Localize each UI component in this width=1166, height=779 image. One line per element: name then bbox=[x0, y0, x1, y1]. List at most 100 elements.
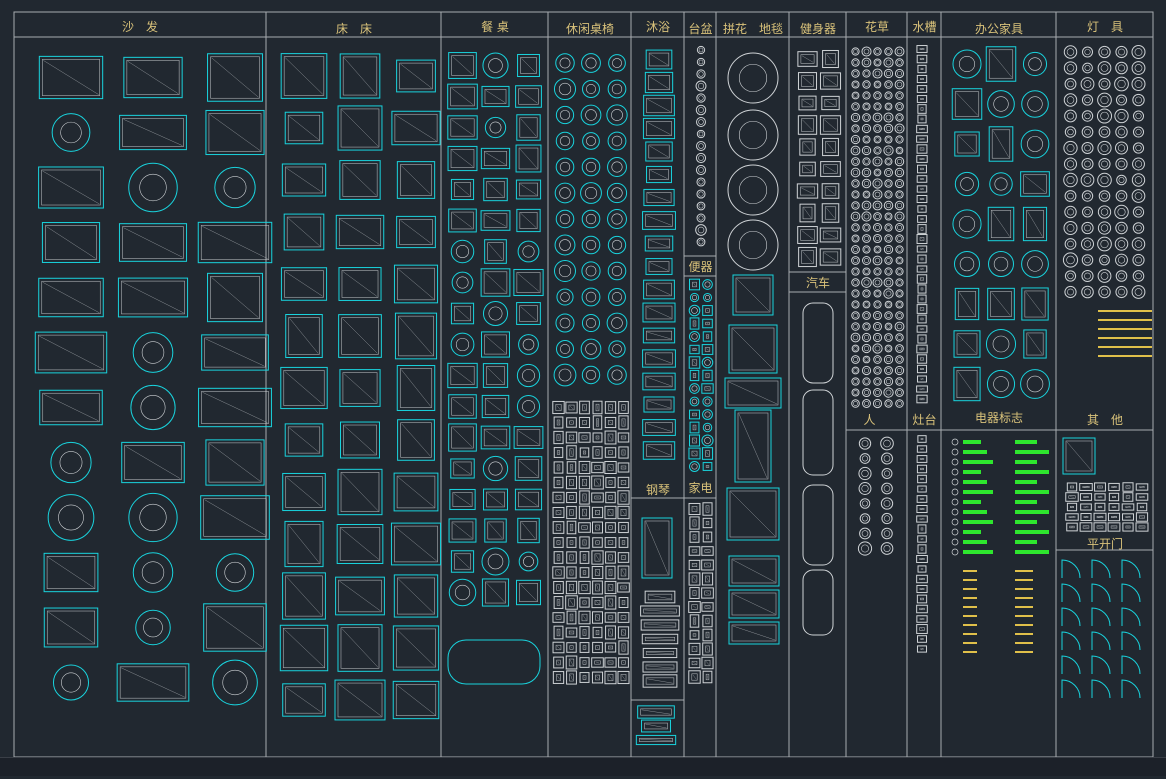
block-plants-75-inner[interactable] bbox=[853, 214, 858, 219]
block-dining-9-hatch[interactable] bbox=[452, 150, 473, 166]
block-toilet-4-inner[interactable] bbox=[692, 308, 698, 314]
block-plants-0[interactable] bbox=[852, 48, 859, 55]
block-plants-79[interactable] bbox=[895, 212, 904, 221]
block-plants-46-inner[interactable] bbox=[864, 148, 869, 153]
block-plants-163[interactable] bbox=[885, 400, 892, 407]
block-bath-16-hatch[interactable] bbox=[647, 424, 672, 432]
block-dining-42-hatch[interactable] bbox=[454, 493, 471, 505]
block-carpet-6-hatch[interactable] bbox=[733, 594, 775, 614]
block-basin-6-inner[interactable] bbox=[699, 120, 704, 125]
block-parquet-medallion-0[interactable] bbox=[728, 53, 778, 103]
block-plants-162-inner[interactable] bbox=[875, 401, 879, 405]
block-plants-60[interactable] bbox=[852, 180, 859, 187]
block-bed-7-hatch[interactable] bbox=[344, 165, 376, 196]
block-plants-85-inner[interactable] bbox=[854, 237, 858, 241]
block-leisure-small-83-hatch[interactable] bbox=[623, 602, 624, 604]
block-leisure-21-inner[interactable] bbox=[560, 240, 571, 251]
block-plants-10-inner[interactable] bbox=[853, 71, 857, 75]
block-leisure-small-60-hatch[interactable] bbox=[558, 556, 559, 560]
block-lamps-33-inner[interactable] bbox=[1118, 145, 1125, 152]
block-gym-18-hatch[interactable] bbox=[803, 251, 813, 262]
block-plants-92[interactable] bbox=[874, 246, 881, 253]
block-lamps-74[interactable] bbox=[1133, 271, 1144, 282]
block-bed-9-hatch[interactable] bbox=[288, 218, 320, 246]
block-leisure-small-94-hatch[interactable] bbox=[610, 630, 612, 635]
block-plants-96[interactable] bbox=[863, 257, 871, 265]
block-plants-43[interactable] bbox=[885, 136, 892, 143]
block-plants-141[interactable] bbox=[863, 356, 870, 363]
block-leisure-small-36-hatch[interactable] bbox=[557, 496, 560, 499]
block-dining-17-hatch[interactable] bbox=[521, 213, 536, 227]
block-lamps-56-inner[interactable] bbox=[1084, 225, 1090, 231]
block-people-4[interactable] bbox=[859, 467, 871, 479]
block-dining-14-hatch[interactable] bbox=[520, 184, 536, 195]
block-lamps-41[interactable] bbox=[1081, 174, 1094, 187]
block-leisure-small-62-hatch[interactable] bbox=[584, 556, 585, 560]
block-others-10-hatch[interactable] bbox=[1127, 497, 1129, 498]
block-leisure-32[interactable] bbox=[607, 313, 627, 333]
block-bed-5-hatch[interactable] bbox=[396, 115, 436, 140]
block-leisure-11-inner[interactable] bbox=[612, 136, 622, 146]
block-leisure-10[interactable] bbox=[583, 133, 600, 150]
block-plants-98-inner[interactable] bbox=[886, 258, 890, 262]
block-basin-13[interactable] bbox=[697, 202, 705, 210]
block-leisure-small-55-hatch[interactable] bbox=[571, 542, 572, 544]
block-toilet-28[interactable] bbox=[690, 462, 700, 472]
block-plants-53[interactable] bbox=[885, 158, 892, 165]
block-office-10-inner[interactable] bbox=[995, 178, 1007, 190]
block-plants-22-inner[interactable] bbox=[875, 93, 879, 97]
block-electric-dot-10[interactable] bbox=[952, 539, 958, 545]
block-plants-69[interactable] bbox=[896, 191, 903, 198]
block-bed-23-hatch[interactable] bbox=[402, 424, 431, 457]
block-plants-104[interactable] bbox=[896, 268, 903, 275]
block-sofa-27-hatch[interactable] bbox=[48, 557, 94, 587]
block-sofa-4-hatch[interactable] bbox=[124, 119, 183, 145]
block-car-3[interactable] bbox=[803, 570, 833, 635]
block-lamps-62-inner[interactable] bbox=[1101, 240, 1109, 248]
block-plants-144-inner[interactable] bbox=[897, 357, 901, 361]
block-leisure-4[interactable] bbox=[583, 81, 600, 98]
block-bed-28-hatch[interactable] bbox=[341, 529, 379, 560]
block-plants-66[interactable] bbox=[863, 191, 870, 198]
block-leisure-small-48-hatch[interactable] bbox=[557, 526, 560, 530]
block-basin-3-inner[interactable] bbox=[698, 83, 703, 88]
block-bed-38-hatch[interactable] bbox=[397, 685, 435, 714]
block-lamps-42[interactable] bbox=[1098, 173, 1112, 187]
block-leisure-7[interactable] bbox=[581, 105, 601, 125]
block-plants-139[interactable] bbox=[896, 345, 904, 353]
block-plants-14[interactable] bbox=[895, 69, 903, 77]
block-sofa-21-inner[interactable] bbox=[60, 451, 82, 473]
block-people-8-inner[interactable] bbox=[862, 501, 867, 506]
block-basin-11-inner[interactable] bbox=[699, 180, 703, 184]
block-plants-24[interactable] bbox=[896, 92, 904, 100]
block-appliance-7-hatch[interactable] bbox=[706, 551, 709, 552]
block-lamp-label-5[interactable] bbox=[1098, 355, 1152, 357]
block-leisure-3[interactable] bbox=[554, 78, 575, 99]
block-lamps-48[interactable] bbox=[1116, 191, 1127, 202]
block-sofa-8-inner[interactable] bbox=[224, 176, 246, 198]
block-plants-89-inner[interactable] bbox=[897, 236, 901, 240]
block-lamps-50[interactable] bbox=[1065, 206, 1076, 217]
block-lamps-24[interactable] bbox=[1133, 111, 1143, 121]
block-plants-94[interactable] bbox=[896, 246, 903, 253]
block-plants-58-inner[interactable] bbox=[886, 170, 890, 174]
block-plants-59-inner[interactable] bbox=[897, 170, 902, 175]
block-toilet-8[interactable] bbox=[689, 331, 699, 341]
block-basin-12[interactable] bbox=[697, 190, 705, 198]
block-leisure-small-53-hatch[interactable] bbox=[623, 526, 625, 528]
block-leisure-small-92-hatch[interactable] bbox=[584, 631, 585, 635]
block-lamps-31-inner[interactable] bbox=[1084, 145, 1090, 151]
block-plants-80-inner[interactable] bbox=[853, 225, 857, 229]
block-plants-108[interactable] bbox=[884, 278, 893, 287]
block-lamps-60[interactable] bbox=[1065, 239, 1076, 250]
block-lamps-36-inner[interactable] bbox=[1084, 161, 1090, 167]
block-car-2[interactable] bbox=[803, 485, 833, 565]
block-toilet-25[interactable] bbox=[702, 435, 713, 446]
block-plants-62-inner[interactable] bbox=[875, 181, 880, 186]
block-plants-101[interactable] bbox=[863, 268, 870, 275]
block-people-13[interactable] bbox=[882, 528, 892, 538]
block-toilet-13-inner[interactable] bbox=[705, 360, 711, 366]
block-electric-bar-b-3[interactable] bbox=[1015, 470, 1049, 474]
block-bed-10-hatch[interactable] bbox=[340, 219, 379, 244]
block-plants-152-inner[interactable] bbox=[875, 379, 879, 383]
